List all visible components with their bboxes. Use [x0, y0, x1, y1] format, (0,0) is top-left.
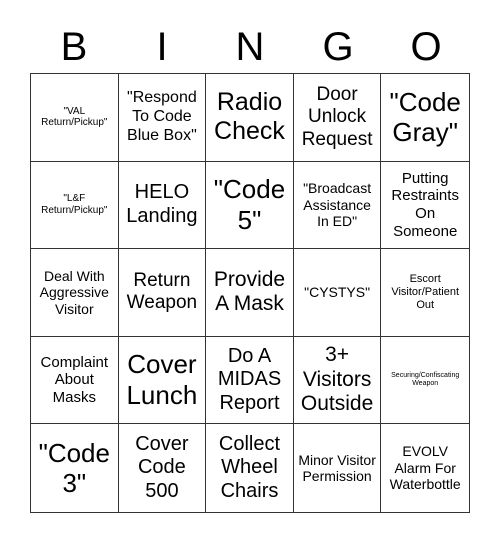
bingo-cell[interactable]: Cover Lunch	[118, 336, 207, 425]
bingo-cell[interactable]: "Broadcast Assistance In ED"	[293, 161, 382, 250]
bingo-cell[interactable]: Deal With Aggressive Visitor	[31, 249, 119, 337]
bingo-cell[interactable]: Do A MIDAS Report	[206, 336, 294, 425]
bingo-cell[interactable]: Radio Check	[206, 74, 294, 162]
bingo-cell[interactable]: 3+ Visitors Outside	[293, 336, 382, 425]
bingo-cell[interactable]: "VAL Return/Pickup"	[31, 74, 119, 162]
header-letter-i: I	[156, 25, 168, 69]
bingo-cell[interactable]: Door Unlock Request	[293, 74, 382, 162]
bingo-cell[interactable]: Provide A Mask	[206, 249, 294, 337]
bingo-cell[interactable]: Collect Wheel Chairs	[206, 424, 294, 512]
bingo-cell[interactable]: "CYSTYS"	[293, 249, 382, 337]
bingo-cell[interactable]: HELO Landing	[118, 161, 207, 250]
bingo-cell[interactable]: "Code 3"	[31, 424, 119, 512]
bingo-header: B I N G O	[30, 22, 470, 72]
bingo-cell[interactable]: Escort Visitor/Patient Out	[381, 249, 469, 337]
bingo-cell[interactable]: "Respond To Code Blue Box"	[118, 74, 207, 162]
header-letter-b: B	[60, 25, 88, 69]
bingo-cell[interactable]: Cover Code 500	[119, 424, 207, 512]
bingo-cell[interactable]: "Code 5"	[206, 161, 294, 250]
bingo-cell[interactable]: "Code Gray"	[381, 74, 469, 162]
bingo-card: "VAL Return/Pickup" "Respond To Code Blu…	[30, 73, 470, 513]
bingo-cell[interactable]: Securing/Confiscating Weapon	[381, 337, 469, 425]
header-letter-n: N	[235, 25, 265, 69]
bingo-cell[interactable]: Putting Restraints On Someone	[381, 162, 469, 250]
bingo-cell[interactable]: Minor Visitor Permission	[294, 424, 382, 512]
bingo-cell[interactable]: "L&F Return/Pickup"	[31, 161, 119, 250]
bingo-cell[interactable]: EVOLV Alarm For Waterbottle	[381, 424, 469, 512]
bingo-cell[interactable]: Return Weapon	[118, 249, 207, 337]
header-letter-o: O	[410, 25, 442, 69]
header-letter-g: G	[322, 25, 354, 69]
bingo-cell[interactable]: Complaint About Masks	[31, 336, 119, 425]
